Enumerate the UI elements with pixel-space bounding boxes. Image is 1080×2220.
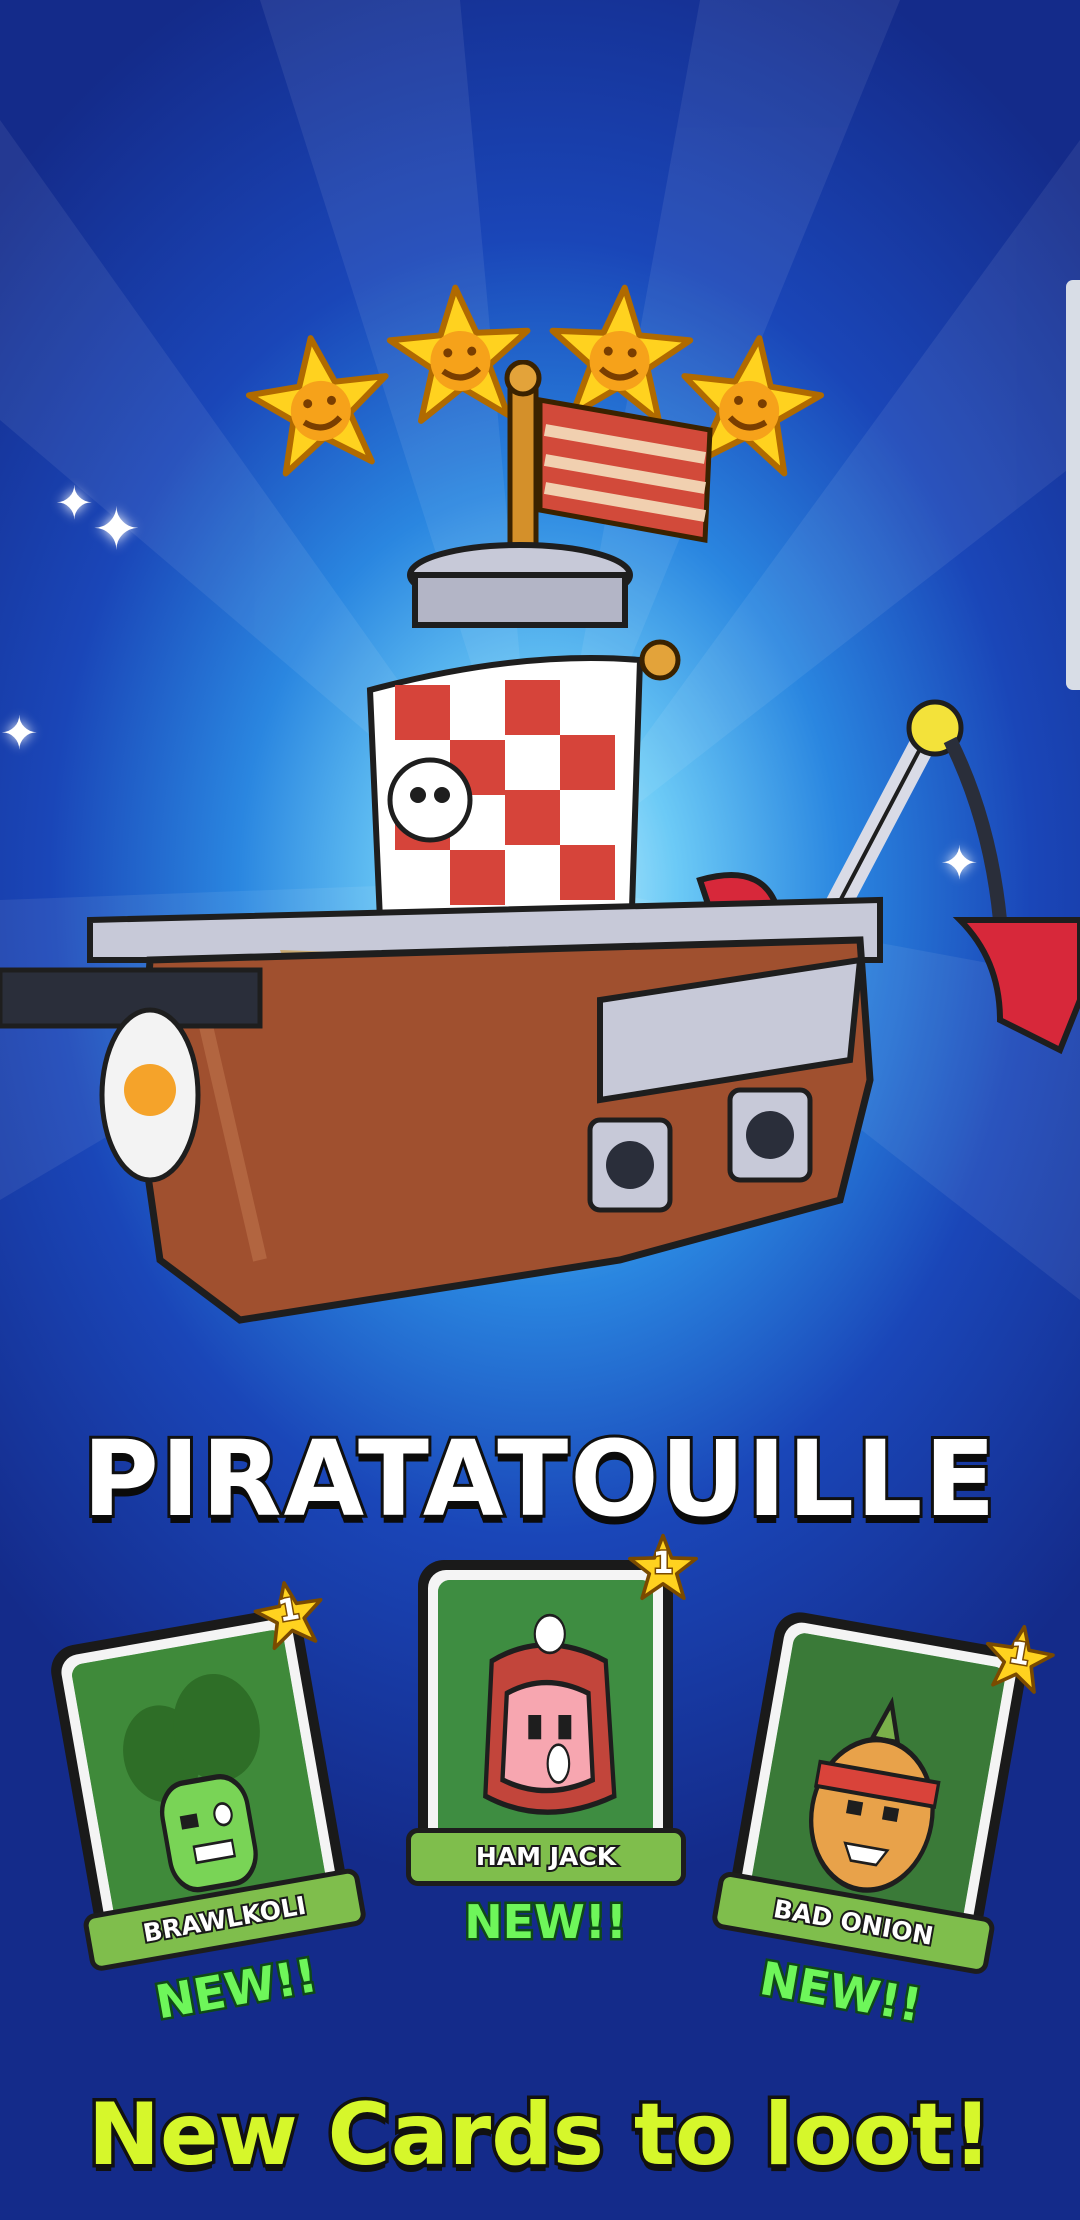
cta-text[interactable]: New Cards to loot! — [0, 2082, 1080, 2189]
card-level: 1 — [651, 1545, 675, 1583]
card-brawlkoli[interactable]: 1 BRAWLKOLI NEW!! — [47, 1581, 368, 2032]
reward-title: PIRATATOUILLE — [80, 1415, 999, 1543]
level-star-icon: 1 — [977, 1617, 1060, 1700]
card-frame: 1 HAM JACK — [406, 1533, 698, 1886]
card-name-plate: HAM JACK — [406, 1828, 686, 1886]
card-bad-onion[interactable]: 1 BAD ONION NEW!! — [710, 1608, 1055, 2035]
card-frame: 1 BRAWLKOLI — [47, 1581, 368, 1973]
pirate-ship-icon — [0, 360, 1080, 1324]
level-star-icon: 1 — [248, 1573, 331, 1656]
card-frame: 1 BAD ONION — [710, 1608, 1055, 1976]
card-ham-jack[interactable]: 1 HAM JACK NEW!! — [406, 1533, 698, 1952]
card-art-ham-jack — [438, 1580, 653, 1850]
level-star-icon: 1 — [627, 1532, 699, 1604]
new-label: NEW!! — [462, 1893, 630, 1952]
